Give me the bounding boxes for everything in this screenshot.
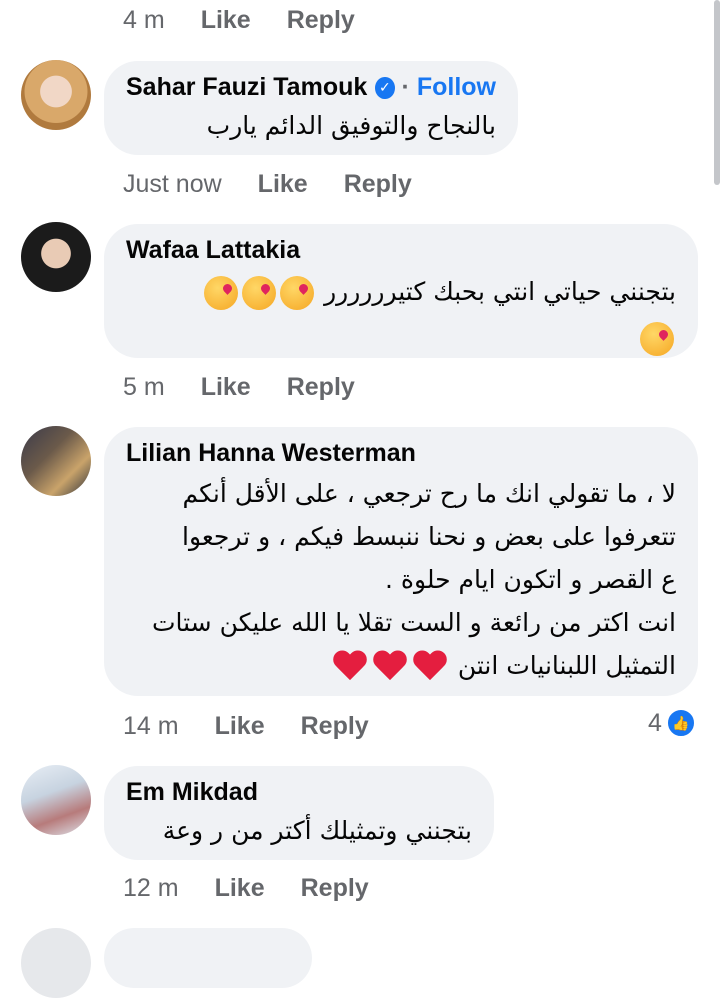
reply-button[interactable]: Reply bbox=[301, 874, 369, 903]
comment-author[interactable]: Lilian Hanna Westerman bbox=[126, 439, 676, 468]
comment-actions-1: Just now Like Reply bbox=[123, 170, 448, 199]
comment-text-line: انت اكتر من رائعة و الست تقلا يا الله عل… bbox=[151, 608, 676, 637]
reaction-summary[interactable]: 4 👍 bbox=[648, 708, 696, 738]
avatar[interactable] bbox=[21, 426, 91, 496]
comment-text-line: بالنجاح والتوفيق الدائم يارب bbox=[206, 111, 496, 140]
comment-bubble: Em Mikdad بتجنني وتمثيلك أكتر من ر وعة bbox=[104, 766, 494, 860]
follow-button[interactable]: Follow bbox=[417, 73, 496, 102]
comment-text-line: التمثيل اللبنانيات انتن bbox=[457, 651, 676, 680]
reply-button[interactable]: Reply bbox=[287, 373, 355, 402]
comment-actions-3: 14 m Like Reply bbox=[123, 712, 405, 741]
comment-bubble: Wafaa Lattakia بتجنني حياتي انتي بحبك كت… bbox=[104, 224, 698, 358]
comment-author[interactable]: Sahar Fauzi Tamouk bbox=[126, 73, 367, 102]
reply-button[interactable]: Reply bbox=[301, 712, 369, 741]
reply-button[interactable]: Reply bbox=[344, 170, 412, 199]
comment-text: بالنجاح والتوفيق الدائم يارب bbox=[126, 106, 496, 146]
kiss-emoji-icon bbox=[280, 276, 315, 310]
kiss-emoji-icon bbox=[204, 276, 239, 310]
comment-actions-4: 12 m Like Reply bbox=[123, 874, 405, 903]
comment-text-line: التمثيل اللبنانيات انتن bbox=[126, 644, 676, 687]
comment-text: بتجنني وتمثيلك أكتر من ر وعة bbox=[126, 811, 472, 851]
avatar[interactable] bbox=[21, 765, 91, 835]
like-button[interactable]: Like bbox=[258, 170, 308, 199]
comment-text: لا ، ما تقولي انك ما رح ترجعي ، على الأق… bbox=[126, 472, 676, 687]
heart-emoji-icon bbox=[332, 651, 368, 683]
reaction-count: 4 bbox=[648, 708, 662, 737]
avatar[interactable] bbox=[21, 60, 91, 130]
heart-emoji-icon bbox=[372, 651, 408, 683]
separator-dot: · bbox=[401, 73, 410, 101]
like-reaction-icon: 👍 bbox=[665, 708, 696, 738]
comment-time: Just now bbox=[123, 170, 222, 198]
comment-time: 4 m bbox=[123, 6, 165, 34]
comment-text-line: بتجنني حياتي انتي بحبك كتيرررررر bbox=[126, 269, 676, 315]
comment-text: بتجنني حياتي انتي بحبك كتيرررررر bbox=[126, 269, 676, 361]
like-button[interactable]: Like bbox=[215, 874, 265, 903]
like-button[interactable]: Like bbox=[201, 6, 251, 35]
comment-text-line: بتجنني وتمثيلك أكتر من ر وعة bbox=[162, 816, 472, 845]
comment-time: 12 m bbox=[123, 874, 179, 902]
avatar[interactable] bbox=[21, 928, 91, 998]
comment-author-row: Sahar Fauzi Tamouk ✓ · Follow bbox=[126, 73, 496, 102]
comment-time: 14 m bbox=[123, 712, 179, 740]
kiss-emoji-icon bbox=[640, 322, 674, 356]
like-button[interactable]: Like bbox=[215, 712, 265, 741]
comment-time: 5 m bbox=[123, 373, 165, 401]
kiss-emoji-icon bbox=[242, 276, 277, 310]
like-button[interactable]: Like bbox=[201, 373, 251, 402]
comment-text-line: لا ، ما تقولي انك ما رح ترجعي ، على الأق… bbox=[182, 479, 676, 508]
comment-author[interactable]: Em Mikdad bbox=[126, 778, 472, 807]
comment-bubble: Lilian Hanna Westerman لا ، ما تقولي انك… bbox=[104, 427, 698, 696]
verified-icon: ✓ bbox=[375, 76, 395, 99]
scrollbar[interactable] bbox=[714, 0, 720, 185]
comment-text-line: تتعرفوا على بعض و نحنا ننبسط فيكم ، و تر… bbox=[182, 522, 676, 551]
comment-actions-0: 4 m Like Reply bbox=[123, 6, 391, 35]
comment-text-line: بتجنني حياتي انتي بحبك كتيرررررر bbox=[324, 277, 676, 306]
heart-emoji-icon bbox=[412, 651, 448, 683]
comment-author[interactable]: Wafaa Lattakia bbox=[126, 236, 676, 265]
comment-bubble: Sahar Fauzi Tamouk ✓ · Follow بالنجاح وا… bbox=[104, 61, 518, 155]
comment-text-line bbox=[126, 315, 676, 361]
reply-button[interactable]: Reply bbox=[287, 6, 355, 35]
comment-text-line: ع القصر و اتكون ايام حلوة . bbox=[384, 565, 676, 594]
avatar[interactable] bbox=[21, 222, 91, 292]
comment-actions-2: 5 m Like Reply bbox=[123, 373, 391, 402]
comment-bubble bbox=[104, 928, 312, 988]
